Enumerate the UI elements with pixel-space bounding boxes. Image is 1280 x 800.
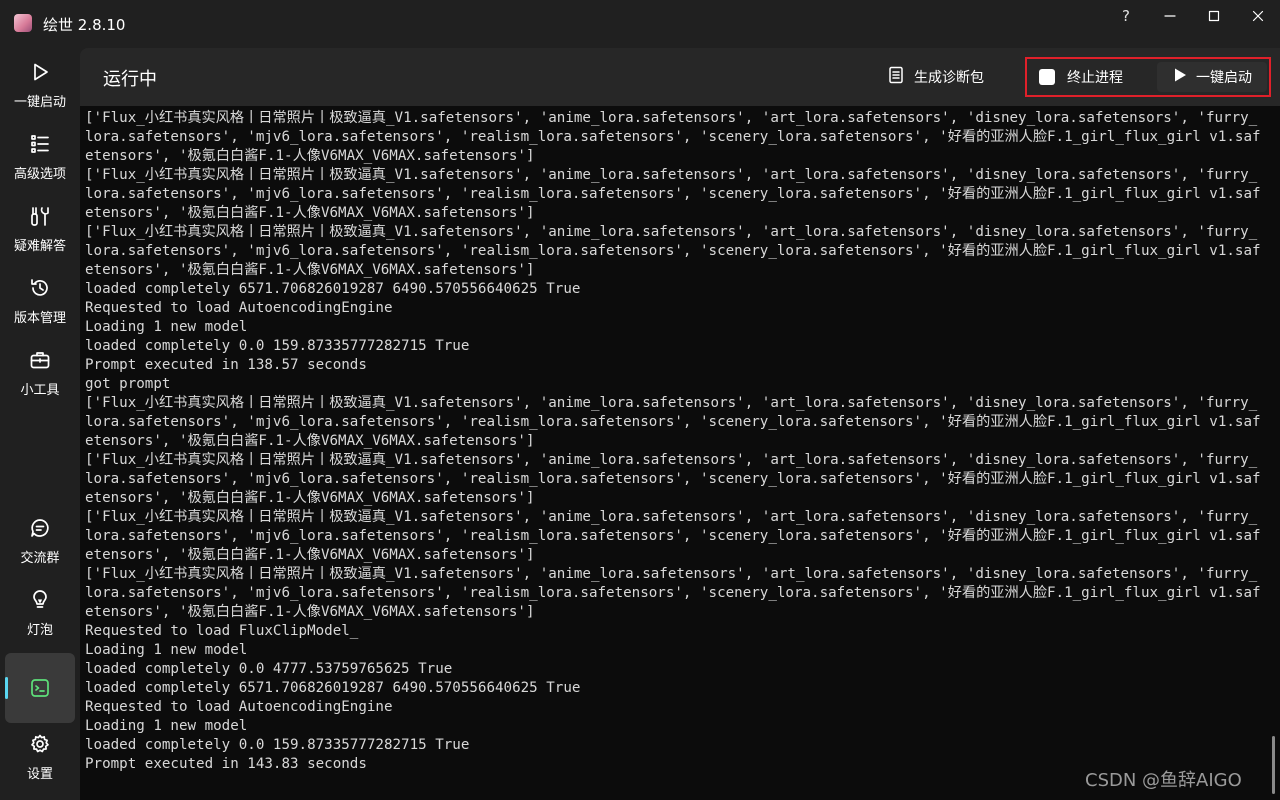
console-line: Requested to load FluxClipModel_ [85, 623, 359, 639]
minimize-button[interactable] [1148, 4, 1192, 28]
play-icon [1173, 67, 1187, 87]
page-title: 运行中 [103, 69, 157, 90]
console-line: Requested to load AutoencodingEngine [85, 300, 393, 316]
console-log: ['Flux_小红书真实风格丨日常照片丨极致逼真_V1.safetensors'… [85, 109, 1263, 774]
sidebar-item-lightbulb[interactable]: 灯泡 [5, 582, 75, 652]
close-button[interactable] [1236, 4, 1280, 28]
console-output[interactable]: ['Flux_小红书真实风格丨日常照片丨极致逼真_V1.safetensors'… [80, 106, 1280, 800]
window-title: 绘世 2.8.10 [43, 16, 126, 34]
console-line: loaded completely 0.0 4777.53759765625 T… [85, 661, 453, 677]
tools-icon [28, 204, 52, 228]
sidebar-item-troubleshoot[interactable]: 疑难解答 [5, 198, 75, 268]
minimize-icon [1164, 15, 1176, 17]
app-logo-icon [14, 14, 32, 32]
console-line: loaded completely 6571.706826019287 6490… [85, 680, 581, 696]
terminate-process-label: 终止进程 [1067, 70, 1123, 86]
sidebar-item-settings[interactable]: 设置 [5, 726, 75, 796]
sidebar-item-community[interactable]: 交流群 [5, 510, 75, 580]
generate-diagnostics-label: 生成诊断包 [914, 70, 984, 86]
history-icon [28, 276, 52, 300]
sidebar-item-label: 灯泡 [26, 623, 53, 638]
console-line: loaded completely 0.0 159.87335777282715… [85, 338, 470, 354]
console-line: loaded completely 6571.706826019287 6490… [85, 281, 581, 297]
terminate-process-button[interactable]: 终止进程 [1032, 63, 1123, 91]
gear-icon [28, 732, 52, 756]
help-button[interactable]: ? [1104, 4, 1148, 28]
console-line: ['Flux_小红书真实风格丨日常照片丨极致逼真_V1.safetensors'… [85, 395, 1261, 449]
sidebar-item-label: 一键启动 [13, 95, 66, 110]
watermark: CSDN @鱼辞AIGO [1085, 770, 1242, 791]
console-line: ['Flux_小红书真实风格丨日常照片丨极致逼真_V1.safetensors'… [85, 452, 1261, 506]
list-icon [28, 132, 52, 156]
console-line: Loading 1 new model [85, 642, 248, 658]
sidebar-item-label: 版本管理 [13, 311, 66, 326]
sidebar-item-advanced[interactable]: 高级选项 [5, 126, 75, 196]
generate-diagnostics-button[interactable]: 生成诊断包 [888, 64, 984, 90]
console-line: Prompt executed in 138.57 seconds [85, 357, 367, 373]
sidebar-item-versions[interactable]: 版本管理 [5, 270, 75, 340]
document-icon [888, 66, 904, 88]
stop-square-icon [1039, 69, 1055, 85]
quick-start-label: 一键启动 [1196, 70, 1252, 86]
lightbulb-icon [28, 588, 52, 612]
console-line: ['Flux_小红书真实风格丨日常照片丨极致逼真_V1.safetensors'… [85, 110, 1261, 164]
close-icon [1252, 10, 1264, 22]
console-line: ['Flux_小红书真实风格丨日常照片丨极致逼真_V1.safetensors'… [85, 224, 1261, 278]
console-line: ['Flux_小红书真实风格丨日常照片丨极致逼真_V1.safetensors'… [85, 167, 1261, 221]
chat-icon [28, 516, 52, 540]
quick-start-button[interactable]: 一键启动 [1157, 62, 1267, 92]
console-line: got prompt [85, 376, 171, 392]
console-line: ['Flux_小红书真实风格丨日常照片丨极致逼真_V1.safetensors'… [85, 509, 1261, 563]
sidebar-item-label: 疑难解答 [13, 239, 66, 254]
sidebar: 一键启动 高级选项 疑难解答 版本管理 小工具 交流群 灯泡 设置 [0, 48, 80, 800]
toolbox-icon [28, 348, 52, 372]
console-scrollbar[interactable] [1272, 736, 1275, 794]
sidebar-item-label: 交流群 [20, 551, 60, 566]
title-bar: 绘世 2.8.10 ? [0, 0, 1280, 48]
console-line: Requested to load AutoencodingEngine [85, 699, 393, 715]
console-icon [28, 676, 52, 700]
sidebar-item-label: 设置 [26, 767, 53, 782]
process-controls: 终止进程 一键启动 [1025, 57, 1271, 97]
console-line: Loading 1 new model [85, 718, 248, 734]
console-line: Loading 1 new model [85, 319, 248, 335]
maximize-icon [1208, 10, 1220, 22]
sidebar-item-quick-start[interactable]: 一键启动 [5, 54, 75, 124]
sidebar-item-console[interactable] [5, 653, 75, 723]
play-icon [28, 60, 52, 84]
sidebar-item-label: 高级选项 [13, 167, 66, 182]
console-header: 运行中 生成诊断包 终止进程 一键启动 [80, 48, 1280, 106]
sidebar-item-label: 小工具 [20, 383, 60, 398]
sidebar-item-tools[interactable]: 小工具 [5, 342, 75, 412]
main-panel: 运行中 生成诊断包 终止进程 一键启动 ['Flux_小红书真实风格丨日常照片丨… [80, 48, 1280, 800]
maximize-button[interactable] [1192, 4, 1236, 28]
console-line: loaded completely 0.0 159.87335777282715… [85, 737, 470, 753]
console-line: ['Flux_小红书真实风格丨日常照片丨极致逼真_V1.safetensors'… [85, 566, 1261, 620]
